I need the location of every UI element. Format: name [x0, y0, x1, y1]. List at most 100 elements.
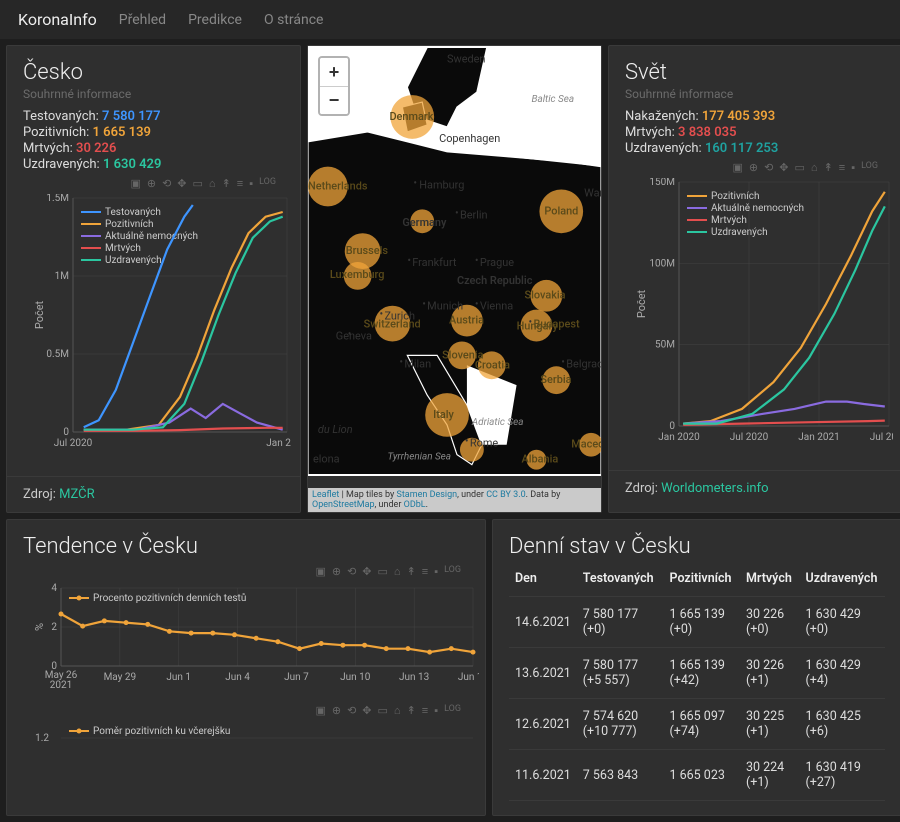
nav-ostrance[interactable]: O stránce — [264, 12, 323, 28]
pan-icon[interactable]: ✥ — [362, 704, 371, 717]
svet-source-link[interactable]: Worldometers.info — [661, 481, 768, 496]
nav-prehled[interactable]: Přehled — [119, 12, 166, 28]
map-canvas[interactable]: Sweden Baltic Sea Denmark Copenhagen Net… — [308, 46, 601, 476]
spike-icon[interactable]: ↟ — [407, 565, 416, 578]
log-toggle[interactable]: LOG — [861, 161, 878, 174]
home-icon[interactable]: ⌂ — [394, 704, 401, 717]
tendence-chart2[interactable]: 1.2Poměr pozitivních ku včerejšku — [23, 717, 469, 755]
table-cell: 7 580 177 (+0) — [577, 597, 664, 648]
svg-text:May 29: May 29 — [104, 672, 137, 683]
pan-icon[interactable]: ✥ — [362, 565, 371, 578]
home-icon[interactable]: ⌂ — [811, 161, 818, 174]
svg-text:4: 4 — [51, 583, 57, 594]
odbl-link[interactable]: ODbL — [404, 500, 426, 510]
box-icon[interactable]: ▭ — [378, 565, 388, 578]
svg-text:Luxemburg: Luxemburg — [330, 268, 385, 281]
svg-text:Počet: Počet — [635, 289, 648, 318]
svg-text:•: • — [561, 355, 565, 368]
svg-text:Munich: Munich — [427, 300, 463, 313]
table-header-cell: Testovaných — [577, 561, 664, 597]
box-icon[interactable]: ▭ — [193, 177, 203, 190]
nav-predikce[interactable]: Predikce — [188, 12, 242, 28]
leaflet-link[interactable]: Leaflet — [312, 490, 339, 500]
home-icon[interactable]: ⌂ — [394, 565, 401, 578]
brand[interactable]: KoronaInfo — [18, 10, 97, 29]
pan-icon[interactable]: ✥ — [177, 177, 186, 190]
cc-link[interactable]: CC BY 3.0 — [486, 490, 525, 500]
svg-text:Baltic Sea: Baltic Sea — [531, 94, 574, 105]
table-cell: 7 563 843 — [577, 750, 664, 801]
svg-text:%: % — [33, 623, 46, 631]
map-zoom-out[interactable]: − — [320, 86, 348, 114]
pan-icon[interactable]: ✥ — [779, 161, 788, 174]
tendence2-chart-toolbox: ▣ ⊕ ⟲ ✥ ▭ ⌂ ↟ ≡ ▪ LOG — [23, 700, 469, 717]
svg-text:Jul 2021: Jul 2021 — [870, 432, 893, 443]
cesko-title: Česko — [23, 60, 284, 85]
svg-text:Tyrrhenian Sea: Tyrrhenian Sea — [387, 452, 451, 463]
svg-text:elona: elona — [313, 453, 340, 466]
svet-subtitle: Souhrnné informace — [625, 87, 886, 101]
svg-text:Geneva: Geneva — [336, 329, 372, 342]
svet-source: Zdroj: Worldometers.info — [609, 470, 900, 506]
compare-icon[interactable]: ≡ — [237, 177, 243, 190]
osm-link[interactable]: OpenStreetMap — [312, 500, 375, 510]
camera-icon[interactable]: ▣ — [315, 565, 325, 578]
svg-text:Uzdravených: Uzdravených — [105, 255, 162, 266]
tendence-chart-toolbox: ▣ ⊕ ⟲ ✥ ▭ ⌂ ↟ ≡ ▪ LOG — [23, 561, 469, 578]
zoom-icon[interactable]: ⊕ — [147, 177, 156, 190]
log-toggle[interactable]: LOG — [444, 704, 461, 717]
camera-icon[interactable]: ▣ — [732, 161, 742, 174]
compare-icon[interactable]: ≡ — [422, 565, 428, 578]
toggle-icon[interactable]: ▪ — [434, 704, 438, 717]
toggle-icon[interactable]: ▪ — [434, 565, 438, 578]
spike-icon[interactable]: ↟ — [824, 161, 833, 174]
svet-chart[interactable]: 050M100M150MJan 2020Jul 2020Jan 2021Jul … — [625, 174, 886, 456]
svg-text:50M: 50M — [655, 340, 675, 351]
stamen-link[interactable]: Stamen Design — [397, 490, 458, 500]
svet-stat-recovered: Uzdravených: 160 117 253 — [625, 141, 886, 156]
svg-text:Serbia: Serbia — [540, 373, 571, 386]
table-header-cell: Mrtvých — [740, 561, 800, 597]
compare-icon[interactable]: ≡ — [422, 704, 428, 717]
reset-icon[interactable]: ⟲ — [347, 565, 356, 578]
home-icon[interactable]: ⌂ — [209, 177, 216, 190]
cesko-chart[interactable]: 00.5M1M1.5MJul 2020Jan 2021PočetTestovan… — [23, 190, 284, 462]
table-row: 11.6.20217 563 8431 665 02330 224 (+1)1 … — [509, 750, 885, 801]
svg-text:Jan 2021: Jan 2021 — [798, 432, 839, 443]
map-zoom-in[interactable]: + — [320, 58, 348, 86]
table-cell: 1 665 097 (+74) — [664, 699, 740, 750]
log-toggle[interactable]: LOG — [444, 565, 461, 578]
svg-text:1.2: 1.2 — [35, 733, 49, 744]
box-icon[interactable]: ▭ — [795, 161, 805, 174]
svg-text:Počet: Počet — [33, 300, 46, 329]
zoom-icon[interactable]: ⊕ — [749, 161, 758, 174]
cesko-source-link[interactable]: MZČR — [59, 487, 94, 502]
svet-stat-infected: Nakažených: 177 405 393 — [625, 109, 886, 124]
navbar: KoronaInfo Přehled Predikce O stránce — [0, 0, 900, 39]
svg-text:Milan: Milan — [404, 357, 431, 370]
svg-text:Czech Republic: Czech Republic — [457, 274, 533, 287]
toggle-icon[interactable]: ▪ — [851, 161, 855, 174]
svg-text:Switzerland: Switzerland — [364, 318, 421, 331]
log-toggle[interactable]: LOG — [259, 177, 276, 190]
reset-icon[interactable]: ⟲ — [347, 704, 356, 717]
svg-text:1M: 1M — [55, 271, 69, 282]
box-icon[interactable]: ▭ — [378, 704, 388, 717]
svg-text:0.5M: 0.5M — [46, 349, 69, 360]
reset-icon[interactable]: ⟲ — [764, 161, 773, 174]
tendence-chart[interactable]: 024May 262021May 29Jun 1Jun 4Jun 7Jun 10… — [23, 578, 469, 700]
spike-icon[interactable]: ↟ — [407, 704, 416, 717]
zoom-icon[interactable]: ⊕ — [332, 565, 341, 578]
svg-text:Jul 2020: Jul 2020 — [730, 432, 769, 443]
camera-icon[interactable]: ▣ — [315, 704, 325, 717]
toggle-icon[interactable]: ▪ — [249, 177, 253, 190]
denni-table: DenTestovanýchPozitivníchMrtvýchUzdraven… — [509, 561, 885, 801]
table-cell: 30 225 (+1) — [740, 699, 800, 750]
zoom-icon[interactable]: ⊕ — [332, 704, 341, 717]
reset-icon[interactable]: ⟲ — [162, 177, 171, 190]
compare-icon[interactable]: ≡ — [839, 161, 845, 174]
spike-icon[interactable]: ↟ — [222, 177, 231, 190]
card-map[interactable]: + − — [307, 45, 602, 513]
camera-icon[interactable]: ▣ — [130, 177, 140, 190]
svg-text:Wars: Wars — [584, 186, 601, 199]
